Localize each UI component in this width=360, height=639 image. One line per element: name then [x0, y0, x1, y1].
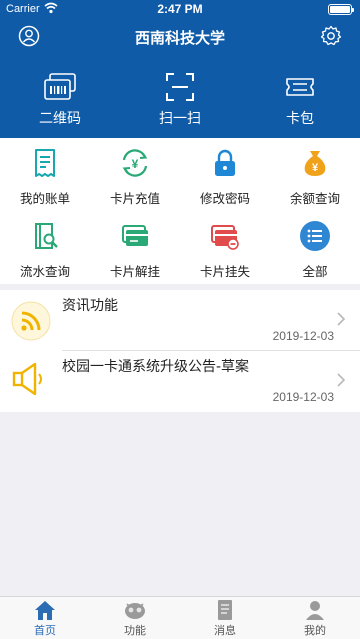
tab-label: 功能	[124, 624, 146, 637]
card-wallet-button[interactable]: 卡包	[255, 72, 345, 130]
status-bar: Carrier 2:47 PM	[0, 0, 360, 20]
grid-item-card-lost[interactable]: 卡片挂失	[180, 211, 270, 284]
qr-code-icon	[44, 73, 76, 100]
tab-home[interactable]: 首页	[0, 599, 90, 639]
news-date: 2019-12-03	[272, 329, 334, 343]
grid-item-change-password[interactable]: 修改密码	[180, 138, 270, 211]
all-menu-icon	[300, 221, 330, 251]
tab-messages[interactable]: 消息	[180, 599, 270, 639]
tab-bar: 首页 功能 消息 我的	[0, 596, 360, 639]
grid-label: 卡片挂失	[199, 264, 250, 279]
grid-item-all[interactable]: 全部	[270, 211, 360, 284]
bill-icon	[35, 149, 55, 177]
tab-label: 消息	[214, 624, 236, 637]
money-bag-icon: ¥	[304, 151, 326, 176]
news-item[interactable]: 资讯功能 2019-12-03	[0, 290, 360, 351]
scan-label: 扫一扫	[159, 111, 201, 127]
grid-item-bill[interactable]: 我的账单	[0, 138, 90, 211]
chevron-right-icon	[337, 373, 346, 387]
grid-item-recharge[interactable]: ¥ 卡片充值	[90, 138, 180, 211]
clock: 2:47 PM	[157, 2, 203, 16]
card-unlock-icon	[122, 225, 148, 246]
svg-text:¥: ¥	[312, 162, 319, 174]
rss-icon	[11, 301, 51, 341]
svg-text:¥: ¥	[132, 157, 139, 171]
card-wallet-icon	[286, 78, 314, 96]
news-title: 校园一卡通系统升级公告-草案	[62, 359, 250, 375]
qr-code-label: 二维码	[39, 111, 81, 127]
scan-button[interactable]: 扫一扫	[135, 72, 225, 130]
news-list: 资讯功能 2019-12-03 校园一卡通系统升级公告-草案 2019-12-0…	[0, 290, 360, 412]
home-icon	[35, 601, 55, 620]
grid-label: 流水查询	[19, 264, 70, 279]
chevron-right-icon	[337, 312, 346, 326]
scan-icon	[166, 73, 194, 101]
book-search-icon	[35, 223, 58, 249]
nav-bar: 西南科技大学	[0, 22, 360, 52]
page-title: 西南科技大学	[134, 29, 225, 47]
tab-functions[interactable]: 功能	[90, 599, 180, 639]
profile-icon	[306, 601, 324, 620]
grid-item-transactions[interactable]: 流水查询	[0, 211, 90, 284]
news-date: 2019-12-03	[272, 390, 334, 404]
tab-label: 首页	[34, 624, 56, 637]
message-icon	[218, 600, 232, 620]
grid-label: 卡片充值	[109, 191, 160, 206]
megaphone-icon	[12, 362, 42, 396]
grid-label: 卡片解挂	[109, 264, 160, 279]
robot-icon	[125, 603, 145, 619]
header-bar: Carrier 2:47 PM 西南科技大学 二维码 扫一扫 卡包	[0, 0, 360, 138]
qr-code-button[interactable]: 二维码	[15, 72, 105, 130]
card-wallet-label: 卡包	[286, 111, 314, 127]
function-grid: 我的账单 ¥ 卡片充值 修改密码 ¥ 余额查询 流水查询 卡片解挂 卡片挂失 全…	[0, 138, 360, 284]
news-item[interactable]: 校园一卡通系统升级公告-草案 2019-12-03	[0, 351, 360, 412]
grid-label: 余额查询	[289, 191, 340, 206]
lock-icon	[215, 149, 235, 176]
grid-label: 我的账单	[19, 191, 70, 206]
news-title: 资讯功能	[62, 298, 118, 314]
card-lost-icon	[211, 225, 239, 250]
recharge-icon: ¥	[122, 149, 148, 177]
battery-icon	[328, 4, 354, 15]
grid-label: 全部	[302, 264, 328, 279]
quick-actions: 二维码 扫一扫 卡包	[0, 72, 360, 130]
grid-item-balance[interactable]: ¥ 余额查询	[270, 138, 360, 211]
tab-profile[interactable]: 我的	[270, 599, 360, 639]
grid-label: 修改密码	[199, 191, 250, 206]
grid-item-card-unlock[interactable]: 卡片解挂	[90, 211, 180, 284]
tab-label: 我的	[304, 624, 326, 637]
gear-icon[interactable]	[320, 25, 342, 47]
